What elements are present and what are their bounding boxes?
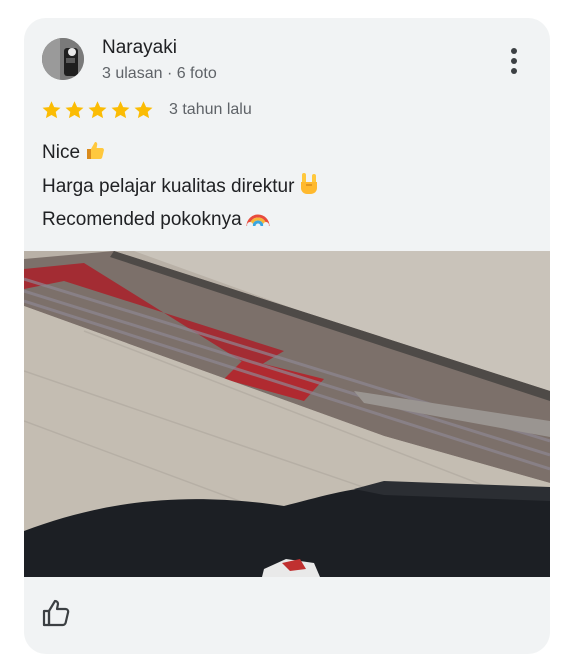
author-meta: 3 ulasan · 6 foto	[102, 65, 217, 82]
star-icon	[111, 101, 130, 119]
review-text: Nice Harga pelajar kualitas direktur Rec…	[42, 138, 532, 238]
review-photo[interactable]	[24, 251, 550, 577]
review-card: Narayaki 3 ulasan · 6 foto 3 tahun lalu …	[24, 18, 550, 654]
avatar[interactable]	[42, 38, 84, 80]
star-rating	[40, 99, 155, 121]
star-icon	[134, 101, 153, 119]
review-line-3: Recomended pokoknya	[42, 205, 532, 238]
author-name[interactable]: Narayaki	[102, 37, 177, 59]
rating-row: 3 tahun lalu	[40, 98, 252, 122]
thumbs-up-emoji-icon	[84, 139, 106, 171]
more-vertical-icon	[511, 48, 517, 54]
star-icon	[42, 101, 61, 119]
more-options-button[interactable]	[502, 46, 526, 76]
review-footer	[24, 577, 550, 654]
rainbow-emoji-icon	[246, 206, 270, 238]
avatar-photo-icon	[42, 38, 84, 80]
rock-on-emoji-icon	[298, 171, 320, 205]
review-line-1: Nice	[42, 138, 532, 171]
review-header: Narayaki 3 ulasan · 6 foto	[24, 18, 550, 108]
thumbs-up-icon	[42, 599, 70, 627]
review-date: 3 tahun lalu	[169, 101, 252, 118]
review-photo-image	[24, 251, 550, 577]
star-icon	[65, 101, 84, 119]
star-icon	[88, 101, 107, 119]
review-line-2: Harga pelajar kualitas direktur	[42, 171, 532, 205]
like-button[interactable]	[40, 597, 72, 629]
